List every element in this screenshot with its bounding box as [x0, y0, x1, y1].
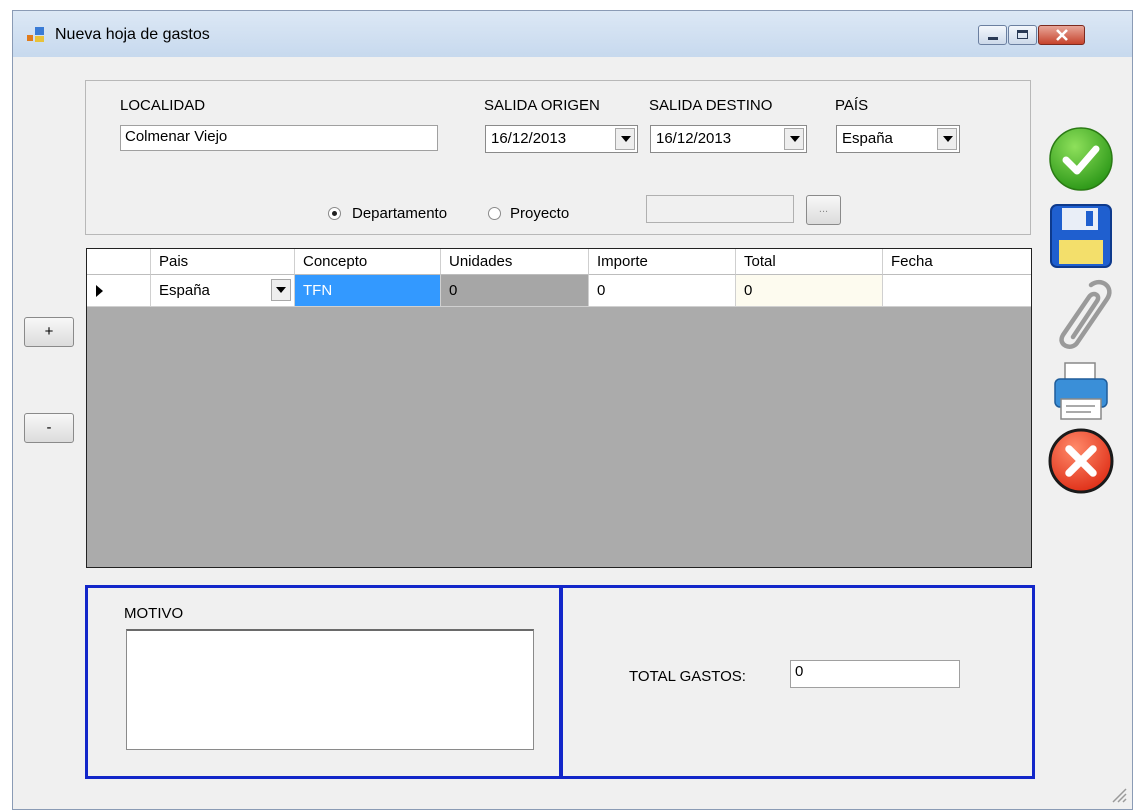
column-header[interactable]: Importe — [589, 249, 736, 275]
dropdown-arrow-icon[interactable] — [784, 128, 804, 150]
window-title: Nueva hoja de gastos — [55, 26, 210, 43]
motivo-textarea[interactable] — [126, 629, 534, 750]
current-row-arrow-icon — [96, 285, 103, 297]
table-cell-concepto[interactable]: TFN — [295, 275, 441, 307]
accept-check-icon[interactable] — [1048, 126, 1114, 192]
localidad-label: LOCALIDAD — [120, 97, 206, 114]
total-panel: TOTAL GASTOS: 0 — [559, 585, 1035, 779]
print-icon[interactable] — [1053, 361, 1109, 421]
column-header[interactable]: Total — [736, 249, 883, 275]
salida-origen-picker[interactable]: 16/12/2013 — [485, 125, 638, 153]
total-gastos-field[interactable]: 0 — [790, 660, 960, 688]
browse-button[interactable]: ... — [806, 195, 841, 225]
dropdown-arrow-icon[interactable] — [615, 128, 635, 150]
cancel-x-icon[interactable] — [1048, 428, 1114, 494]
table-cell-pais[interactable]: España — [151, 275, 295, 307]
motivo-panel: MOTIVO — [85, 585, 563, 779]
expenses-grid[interactable]: Pais Concepto Unidades Importe Total Fec… — [86, 248, 1032, 568]
table-cell-unidades[interactable]: 0 — [441, 275, 589, 307]
maximize-icon — [1017, 30, 1028, 39]
salida-origen-label: SALIDA ORIGEN — [484, 97, 600, 114]
dropdown-arrow-icon[interactable] — [271, 279, 291, 301]
row-selector[interactable] — [87, 275, 151, 307]
close-window-button[interactable] — [1038, 25, 1085, 45]
proyecto-label[interactable]: Proyecto — [510, 205, 569, 222]
table-cell-fecha[interactable] — [883, 275, 1031, 307]
close-icon — [1056, 29, 1068, 41]
main-window: Nueva hoja de gastos LOCALIDAD Colmenar … — [12, 10, 1133, 810]
column-header[interactable]: Unidades — [441, 249, 589, 275]
title-bar: Nueva hoja de gastos — [13, 11, 1132, 57]
localidad-input[interactable]: Colmenar Viejo — [120, 125, 438, 151]
salida-destino-picker[interactable]: 16/12/2013 — [650, 125, 807, 153]
proyecto-radio[interactable] — [488, 207, 501, 220]
salida-origen-value: 16/12/2013 — [491, 130, 567, 147]
column-header[interactable]: Pais — [151, 249, 295, 275]
maximize-button[interactable] — [1008, 25, 1037, 45]
remove-row-button[interactable]: - — [24, 413, 74, 443]
add-row-button[interactable]: + — [24, 317, 74, 347]
departamento-radio[interactable] — [328, 207, 341, 220]
header-group-box: LOCALIDAD Colmenar Viejo SALIDA ORIGEN 1… — [85, 80, 1031, 235]
table-cell-total[interactable]: 0 — [736, 275, 883, 307]
row-header-corner — [87, 249, 151, 275]
proyecto-input[interactable] — [646, 195, 794, 223]
column-header[interactable]: Concepto — [295, 249, 441, 275]
attach-paperclip-icon[interactable] — [1053, 279, 1113, 351]
table-cell-importe[interactable]: 0 — [589, 275, 736, 307]
dropdown-arrow-icon[interactable] — [937, 128, 957, 150]
app-icon — [27, 27, 44, 42]
resize-grip-icon[interactable] — [1109, 785, 1127, 803]
minimize-icon — [988, 37, 998, 40]
salida-destino-value: 16/12/2013 — [656, 130, 732, 147]
motivo-label: MOTIVO — [124, 605, 184, 622]
salida-destino-label: SALIDA DESTINO — [649, 97, 773, 114]
total-gastos-label: TOTAL GASTOS: — [629, 668, 746, 685]
pais-label: PAÍS — [835, 97, 869, 114]
pais-value: España — [842, 130, 893, 147]
column-header[interactable]: Fecha — [883, 249, 1031, 275]
pais-select[interactable]: España — [836, 125, 960, 153]
departamento-label[interactable]: Departamento — [352, 205, 447, 222]
cell-pais-value: España — [159, 282, 210, 299]
save-floppy-icon[interactable] — [1050, 204, 1112, 268]
minimize-button[interactable] — [978, 25, 1007, 45]
